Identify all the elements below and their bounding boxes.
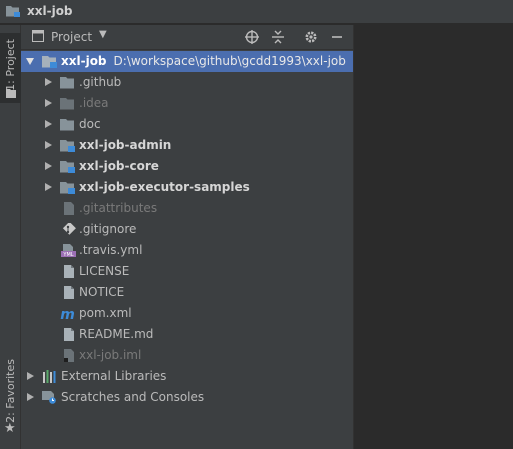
- expand-arrow-icon[interactable]: [27, 393, 34, 401]
- target-icon: [245, 30, 259, 44]
- expand-arrow-icon[interactable]: [26, 58, 34, 65]
- gear-icon: [305, 31, 317, 43]
- project-view-icon: [32, 30, 44, 42]
- expand-arrow-icon[interactable]: [45, 162, 52, 170]
- editor-area[interactable]: [353, 25, 513, 449]
- tree-item-external-libraries[interactable]: External Libraries: [21, 366, 353, 387]
- text-file-icon: [64, 265, 74, 278]
- tree-item-license[interactable]: LICENSE: [21, 261, 353, 282]
- folder-icon: [60, 98, 74, 110]
- folder-icon: [60, 77, 74, 89]
- scroll-from-source-button[interactable]: [243, 28, 261, 46]
- text-file-icon: [64, 286, 74, 299]
- tree-item-label: NOTICE: [79, 285, 125, 299]
- expand-arrow-icon[interactable]: [45, 99, 52, 107]
- project-toolbar: Project ▼: [21, 25, 353, 50]
- tab-favorites[interactable]: 2: Favorites ★: [0, 355, 21, 440]
- tree-item-label: LICENSE: [79, 264, 130, 278]
- tree-item-travis-yml[interactable]: YML .travis.yml: [21, 240, 353, 261]
- title-bar: xxl-job: [0, 0, 513, 24]
- tree-item-github[interactable]: .github: [21, 72, 353, 93]
- tab-project-label: 1: Project: [4, 39, 17, 91]
- tree-item-xxl-job-iml[interactable]: xxl-job.iml: [21, 345, 353, 366]
- tree-item-doc[interactable]: doc: [21, 114, 353, 135]
- tree-item-label: .travis.yml: [79, 243, 143, 257]
- tree-item-label: .gitattributes: [79, 201, 158, 215]
- module-folder-icon: [60, 140, 75, 152]
- tree-item-label: xxl-job-core: [79, 159, 159, 173]
- left-tool-strip: 1: Project 2: Favorites ★: [0, 25, 23, 449]
- tree-item-idea[interactable]: .idea: [21, 93, 353, 114]
- expand-arrow-icon[interactable]: [45, 120, 52, 128]
- expand-arrow-icon[interactable]: [45, 78, 52, 86]
- git-icon: [62, 223, 76, 235]
- minimize-icon: [332, 36, 342, 38]
- svg-text:m: m: [60, 307, 75, 320]
- chevron-down-icon[interactable]: ▼: [99, 29, 107, 40]
- text-file-icon: [64, 202, 74, 215]
- tree-item-label: xxl-job.iml: [79, 348, 142, 362]
- project-panel: Project ▼ xxl-job D:\workspace\github\gc…: [21, 25, 353, 449]
- tree-item-label: External Libraries: [61, 369, 167, 383]
- expand-arrow-icon[interactable]: [27, 372, 34, 380]
- collapse-all-button[interactable]: [269, 28, 287, 46]
- markdown-file-icon: [64, 328, 74, 341]
- folder-icon: [6, 89, 16, 98]
- tree-item-readme-md[interactable]: README.md: [21, 324, 353, 345]
- tab-project[interactable]: 1: Project: [0, 33, 23, 103]
- tree-item-label: pom.xml: [79, 306, 132, 320]
- tree-item-xxl-job-executor-samples[interactable]: xxl-job-executor-samples: [21, 177, 353, 198]
- module-folder-icon: [42, 56, 57, 68]
- yml-file-icon: YML: [61, 244, 76, 257]
- tree-item-xxl-job-core[interactable]: xxl-job-core: [21, 156, 353, 177]
- module-folder-icon: [60, 182, 75, 194]
- iml-file-icon: [64, 349, 74, 362]
- tree-item-gitattributes[interactable]: .gitattributes: [21, 198, 353, 219]
- tree-item-label: .gitignore: [79, 222, 137, 236]
- tree-item-label: Scratches and Consoles: [61, 390, 205, 404]
- tree-item-label: doc: [79, 117, 101, 131]
- tree-item-label: xxl-job-admin: [79, 138, 172, 152]
- libraries-icon: [43, 370, 56, 383]
- module-folder-icon: [60, 161, 75, 173]
- view-selector-label[interactable]: Project: [51, 30, 92, 44]
- window-title: xxl-job: [27, 4, 73, 18]
- settings-button[interactable]: [302, 28, 320, 46]
- expand-arrow-icon[interactable]: [45, 183, 52, 191]
- folder-icon: [60, 119, 74, 131]
- root-name: xxl-job: [61, 54, 107, 68]
- tree-item-gitignore[interactable]: .gitignore: [21, 219, 353, 240]
- tree-root-row[interactable]: xxl-job D:\workspace\github\gcdd1993\xxl-…: [21, 51, 353, 72]
- root-path: D:\workspace\github\gcdd1993\xxl-job: [113, 54, 346, 68]
- tree-item-label: xxl-job-executor-samples: [79, 180, 250, 194]
- tree-item-scratches-and-consoles[interactable]: Scratches and Consoles: [21, 387, 353, 408]
- tree-item-label: .github: [79, 75, 122, 89]
- project-folder-icon: [6, 6, 20, 17]
- hide-panel-button[interactable]: [328, 28, 346, 46]
- tree-item-pom-xml[interactable]: m pom.xml: [21, 303, 353, 324]
- expand-arrow-icon[interactable]: [45, 141, 52, 149]
- tree-item-label: .idea: [79, 96, 109, 110]
- collapse-all-icon: [272, 30, 284, 44]
- tree-item-xxl-job-admin[interactable]: xxl-job-admin: [21, 135, 353, 156]
- tree-root-label: xxl-job D:\workspace\github\gcdd1993\xxl-…: [61, 54, 346, 68]
- tab-favorites-label: 2: Favorites: [4, 359, 17, 423]
- tree-item-notice[interactable]: NOTICE: [21, 282, 353, 303]
- tree-item-label: README.md: [79, 327, 154, 341]
- svg-text:YML: YML: [62, 252, 73, 257]
- maven-icon: m: [60, 307, 75, 320]
- star-icon: ★: [4, 421, 16, 436]
- scratches-icon: [42, 391, 56, 404]
